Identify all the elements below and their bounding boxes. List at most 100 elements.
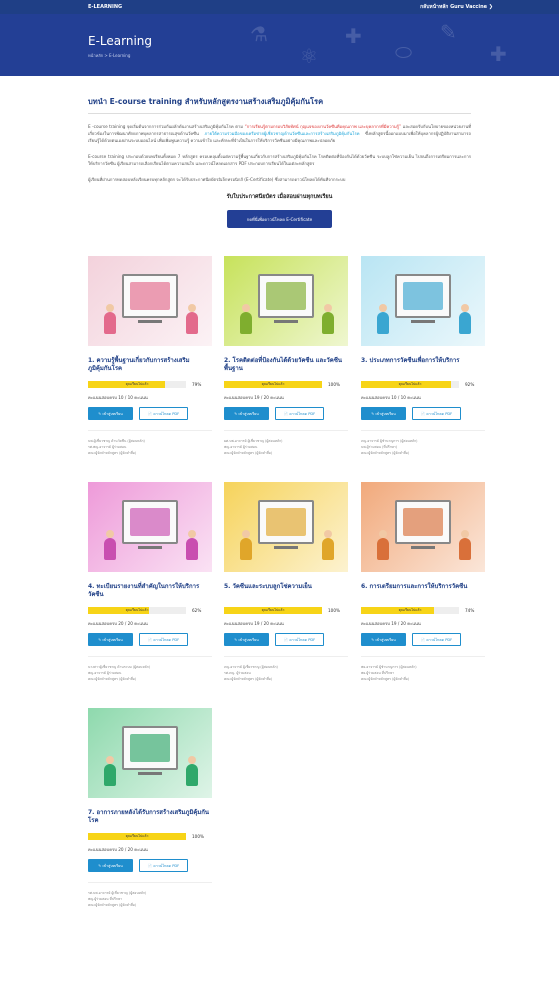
author-line: คณะผู้จัดทำหลักสูตร (ผู้จัดทำสื่อ) [88, 677, 137, 681]
progress-percent: 62% [192, 608, 202, 613]
enter-lesson-button[interactable]: ✎ เข้าสู่บทเรียน [88, 407, 133, 420]
certificate-title: รับใบประกาศนียบัตร เมื่อสอบผ่านทุกบทเรีย… [226, 194, 333, 200]
download-pdf-button[interactable]: 📄 ดาวน์โหลด PDF [139, 859, 188, 872]
course-title[interactable]: 3. ประเภทการวัคซีนเพื่อการให้บริการ [361, 357, 485, 375]
download-pdf-button[interactable]: 📄 ดาวน์โหลด PDF [139, 633, 188, 646]
page-title: E-Learning [88, 34, 153, 48]
whiteboard-illustration [258, 500, 314, 544]
progress-label: คุณเรียนไปแล้ว [125, 608, 149, 612]
course-grid: 1. ความรู้พื้นฐานเกี่ยวกับการสร้างเสริมภ… [88, 256, 485, 976]
score-text: คะแนนสอบครบ 20 / 20 คะแนน [88, 621, 148, 626]
enter-lesson-button[interactable]: ✎ เข้าสู่บทเรียน [224, 633, 269, 646]
enter-lesson-label: เข้าสู่บทเรียน [102, 411, 123, 416]
enter-lesson-label: เข้าสู่บทเรียน [238, 637, 259, 642]
enter-lesson-label: เข้าสู่บทเรียน [238, 411, 259, 416]
presenter-illustration [104, 530, 116, 560]
course-title[interactable]: 7. อาการภายหลังได้รับการสร้างเสริมภูมิคุ… [88, 809, 212, 827]
download-pdf-button[interactable]: 📄 ดาวน์โหลด PDF [139, 407, 188, 420]
whiteboard-illustration [395, 500, 451, 544]
progress-bar: คุณเรียนไปแล้ว [88, 381, 186, 388]
download-pdf-button[interactable]: 📄 ดาวน์โหลด PDF [412, 633, 461, 646]
intro-heading: บทนำ E-course training สำหรับหลักสูตรงาน… [88, 96, 471, 114]
course-thumbnail[interactable] [88, 708, 212, 798]
author-line: คณะผู้จัดทำหลักสูตร (ผู้จัดทำสื่อ) [361, 451, 410, 455]
presenter-illustration [240, 304, 252, 334]
progress-row: คุณเรียนไปแล้ว 100% [224, 381, 348, 388]
capsule-icon: ⬭ [395, 40, 413, 64]
download-pdf-label: ดาวน์โหลด PDF [426, 637, 453, 642]
course-title[interactable]: 1. ความรู้พื้นฐานเกี่ยวกับการสร้างเสริมภ… [88, 357, 212, 375]
progress-bar: คุณเรียนไปแล้ว [224, 607, 322, 614]
progress-row: คุณเรียนไปแล้ว 100% [224, 607, 348, 614]
score-text: คะแนนสอบครบ 10 / 10 คะแนน [88, 395, 148, 400]
progress-label: คุณเรียนไปแล้ว [125, 382, 149, 386]
course-title[interactable]: 6. การเตรียมการและการให้บริการวัคซีน [361, 583, 485, 601]
intro-text: E -course training จุดเริ่มต้นจากการร่วม… [88, 124, 244, 129]
progress-percent: 79% [192, 382, 202, 387]
enter-lesson-button[interactable]: ✎ เข้าสู่บทเรียน [361, 633, 406, 646]
course-actions: ✎ เข้าสู่บทเรียน 📄 ดาวน์โหลด PDF [224, 407, 348, 420]
progress-row: คุณเรียนไปแล้ว 92% [361, 381, 485, 388]
board-stand [411, 320, 435, 323]
score-text: คะแนนสอบครบ 19 / 20 คะแนน [224, 395, 284, 400]
progress-bar: คุณเรียนไปแล้ว [361, 607, 459, 614]
enter-lesson-button[interactable]: ✎ เข้าสู่บทเรียน [88, 633, 133, 646]
course-thumbnail[interactable] [224, 256, 348, 346]
progress-label: คุณเรียนไปแล้ว [261, 608, 285, 612]
progress-percent: 100% [328, 382, 340, 387]
progress-label: คุณเรียนไปแล้ว [398, 382, 422, 386]
progress-label: คุณเรียนไปแล้ว [398, 608, 422, 612]
back-to-guru-vaccine-link[interactable]: กลับหน้าหลัก Guru Vaccine ❯ [420, 3, 493, 11]
enter-lesson-button[interactable]: ✎ เข้าสู่บทเรียน [88, 859, 133, 872]
download-pdf-button[interactable]: 📄 ดาวน์โหลด PDF [412, 407, 461, 420]
enter-lesson-button[interactable]: ✎ เข้าสู่บทเรียน [224, 407, 269, 420]
presenter-illustration [104, 304, 116, 334]
progress-bar: คุณเรียนไปแล้ว [224, 381, 322, 388]
progress-percent: 100% [192, 834, 204, 839]
microscope-icon: ⚗ [250, 22, 268, 46]
progress-row: คุณเรียนไปแล้ว 62% [88, 607, 212, 614]
author-line: คณะผู้จัดทำหลักสูตร (ผู้จัดทำสื่อ) [361, 677, 410, 681]
progress-row: คุณเรียนไปแล้ว 79% [88, 381, 212, 388]
download-pdf-label: ดาวน์โหลด PDF [289, 411, 316, 416]
progress-row: คุณเรียนไปแล้ว 100% [88, 833, 212, 840]
intro-link[interactable]: ภายใต้ความร่วมมือของเครือข่ายผู้เชี่ยวชา… [204, 131, 359, 136]
presenter-illustration [459, 304, 471, 334]
author-line: คณะผู้จัดทำหลักสูตร (ผู้จัดทำสื่อ) [88, 903, 137, 907]
progress-percent: 100% [328, 608, 340, 613]
course-title[interactable]: 4. ทะเบียนรายงานที่สำคัญในการให้บริการวั… [88, 583, 212, 601]
course-card: 1. ความรู้พื้นฐานเกี่ยวกับการสร้างเสริมภ… [88, 256, 212, 466]
whiteboard-illustration [122, 500, 178, 544]
course-thumbnail[interactable] [88, 256, 212, 346]
author-list: พย.อาจารย์ ผู้ชำนาญการ (ผู้สอนหลัก) พย.ผู… [361, 656, 485, 682]
download-pdf-label: ดาวน์โหลด PDF [289, 637, 316, 642]
download-pdf-button[interactable]: 📄 ดาวน์โหลด PDF [275, 633, 324, 646]
course-thumbnail[interactable] [224, 482, 348, 572]
course-thumbnail[interactable] [361, 256, 485, 346]
course-title[interactable]: 2. โรคติดต่อที่ป้องกันได้ด้วยวัคซีน และว… [224, 357, 348, 375]
author-list: รศ.นพ.อาจารย์ ผู้เชี่ยวชาญ (ผู้สอนหลัก) พ… [88, 882, 212, 908]
whiteboard-illustration [122, 274, 178, 318]
author-list: นพ.ผู้เชี่ยวชาญ ด้านวัคซีน (ผู้สอนหลัก) ร… [88, 430, 212, 456]
enter-lesson-button[interactable]: ✎ เข้าสู่บทเรียน [361, 407, 406, 420]
download-pdf-label: ดาวน์โหลด PDF [153, 411, 180, 416]
course-thumbnail[interactable] [361, 482, 485, 572]
course-title[interactable]: 5. วัคซีนและระบบลูกโซ่ความเย็น [224, 583, 348, 601]
hero-banner: ⚗ ⚛ ✚ ⬭ ✎ ✚ E-Learning หน้าหลัก > E-Lear… [0, 14, 559, 76]
course-actions: ✎ เข้าสู่บทเรียน 📄 ดาวน์โหลด PDF [361, 407, 485, 420]
course-actions: ✎ เข้าสู่บทเรียน 📄 ดาวน์โหลด PDF [88, 859, 212, 872]
course-thumbnail[interactable] [88, 482, 212, 572]
course-card: 6. การเตรียมการและการให้บริการวัคซีนคุณเ… [361, 482, 485, 692]
download-pdf-button[interactable]: 📄 ดาวน์โหลด PDF [275, 407, 324, 420]
presenter-illustration [186, 756, 198, 786]
author-line: คณะผู้จัดทำหลักสูตร (ผู้จัดทำสื่อ) [224, 677, 273, 681]
presenter-illustration [104, 756, 116, 786]
author-list: ภญ.อาจารย์ ผู้เชี่ยวชาญ (ผู้สอนหลัก) รศ.ภ… [224, 656, 348, 682]
board-stand [274, 546, 298, 549]
progress-bar: คุณเรียนไปแล้ว [361, 381, 459, 388]
top-bar: E-LEARNING กลับหน้าหลัก Guru Vaccine ❯ [0, 0, 559, 14]
intro-highlight: “การเรียนรู้ตามกรอบวิสัยทัศน์ กุญแจของงา… [244, 124, 402, 129]
presenter-illustration [322, 304, 334, 334]
download-certificate-button[interactable]: กดที่นี่เพื่อดาวน์โหลด E-Certificate [227, 210, 332, 228]
board-stand [138, 772, 162, 775]
